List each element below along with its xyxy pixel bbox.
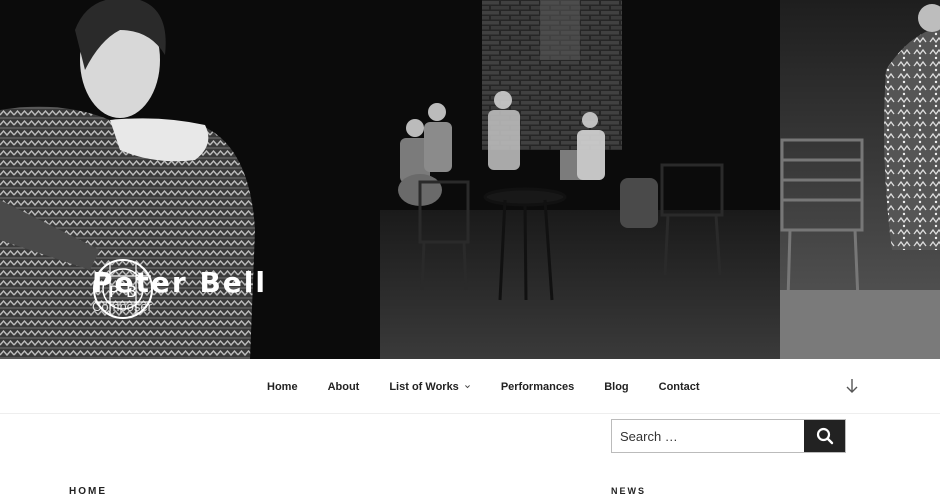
main-navigation: Home About List of Works Performances Bl…: [0, 359, 940, 414]
nav-item-home[interactable]: Home: [252, 381, 313, 393]
nav-item-list-of-works[interactable]: List of Works: [374, 381, 485, 393]
nav-item-about[interactable]: About: [313, 381, 375, 393]
search-input[interactable]: [612, 420, 804, 452]
search-button[interactable]: [804, 420, 845, 452]
search-form: [611, 419, 846, 453]
widget-title-news: NEWS: [611, 486, 646, 496]
nav-item-blog[interactable]: Blog: [589, 381, 643, 393]
nav-item-label: Home: [267, 380, 298, 393]
nav-item-label: About: [327, 380, 360, 393]
arrow-down-icon[interactable]: [843, 377, 861, 395]
page-title: HOME: [69, 486, 107, 497]
logo-letter-p: P: [109, 282, 119, 301]
nav-item-performances[interactable]: Performances: [486, 381, 589, 393]
header-image: P B Peter Bell Composer: [0, 0, 940, 359]
nav-item-contact[interactable]: Contact: [644, 381, 715, 393]
chevron-down-icon: [464, 385, 470, 389]
nav-item-label: Performances: [500, 380, 575, 393]
nav-menu: Home About List of Works Performances Bl…: [252, 359, 715, 414]
site-branding: P B Peter Bell Composer: [92, 258, 267, 322]
site-logo-icon[interactable]: P B: [92, 258, 154, 320]
nav-item-label: List of Works: [389, 380, 459, 393]
nav-item-label: Blog: [604, 380, 629, 393]
search-icon: [816, 427, 833, 445]
logo-letter-b: B: [126, 282, 137, 301]
nav-item-label: Contact: [658, 380, 700, 393]
